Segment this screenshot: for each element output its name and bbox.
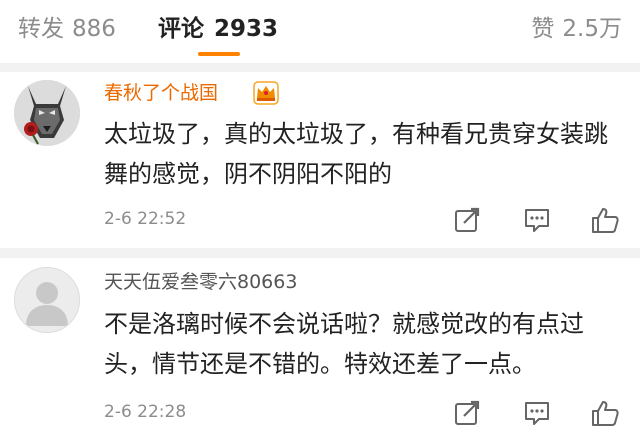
tab-comments[interactable]: 评论 2933 [158,14,278,44]
avatar[interactable] [14,267,80,333]
comment-username[interactable]: 春秋了个战国 [104,81,218,105]
like-icon[interactable] [590,205,620,235]
comment-divider [0,248,640,258]
tab-comments-label: 评论 [158,16,204,42]
comment-timestamp: 2-6 22:28 [104,402,187,422]
reply-icon[interactable] [522,205,552,235]
tab-reposts-label: 转发 [18,16,64,42]
reply-icon[interactable] [522,398,552,428]
comment-item: 春秋了个战国 太垃圾了，真的太垃圾了，有种看兄贵穿女装跳舞的感觉，阴不阴阳不阳的… [0,72,640,248]
tab-likes[interactable]: 赞 2.5万 [531,14,622,44]
active-tab-indicator [198,52,240,56]
comment-username[interactable]: 天天伍爱叁零六80663 [104,270,297,294]
avatar[interactable] [14,80,80,146]
tab-likes-label: 赞 [531,16,555,42]
comment-text: 太垃圾了，真的太垃圾了，有种看兄贵穿女装跳舞的感觉，阴不阴阳不阳的 [104,120,608,188]
tab-bar: 转发 886 评论 2933 赞 2.5万 [0,0,640,58]
tab-comments-count: 2933 [214,16,279,42]
comment-timestamp: 2-6 22:52 [104,209,187,229]
tab-reposts[interactable]: 转发 886 [18,14,116,44]
vip-crown-icon [253,81,279,105]
wolf-rose-avatar-icon [14,80,80,146]
comment-item: 天天伍爱叁零六80663 不是洛璃时候不会说话啦？就感觉改的有点过头，情节还是不… [0,258,640,434]
repost-icon[interactable] [452,398,482,428]
comment-text: 不是洛璃时候不会说话啦？就感觉改的有点过头，情节还是不错的。特效还差了一点。 [104,310,584,378]
default-avatar-icon [15,268,79,332]
tab-likes-count: 2.5万 [562,16,622,42]
section-divider [0,63,640,72]
tab-reposts-count: 886 [72,16,116,42]
like-icon[interactable] [590,398,620,428]
repost-icon[interactable] [452,205,482,235]
